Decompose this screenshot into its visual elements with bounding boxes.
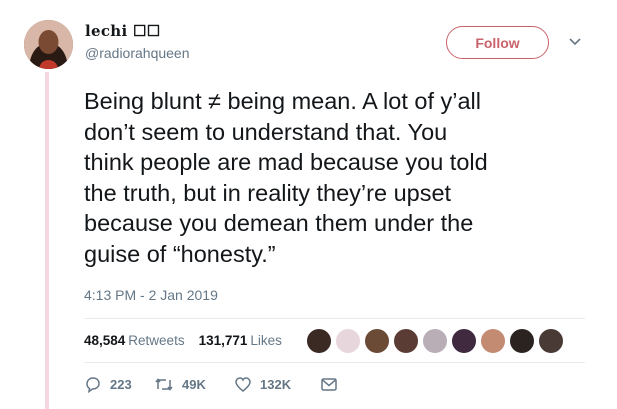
follow-button[interactable]: Follow xyxy=(446,26,549,59)
liker-avatar[interactable] xyxy=(451,328,477,354)
tweet-line: the truth, but in reality they’re upset xyxy=(84,179,452,206)
likes-count: 131,771 xyxy=(198,333,248,348)
liker-avatar[interactable] xyxy=(509,328,535,354)
divider xyxy=(84,362,585,363)
message-icon xyxy=(321,378,337,391)
retweet-icon xyxy=(155,378,173,391)
tweet-line: guise of “honesty.” xyxy=(84,240,276,267)
divider xyxy=(84,318,585,319)
retweet-button[interactable]: 49K xyxy=(154,376,234,393)
likes-stat[interactable]: 131,771 Likes xyxy=(199,333,282,348)
liker-avatar[interactable] xyxy=(393,328,419,354)
tweet-line: Being blunt ≠ being mean. A lot of y’all xyxy=(84,88,481,114)
tweet-line: don’t seem to understand that. You xyxy=(84,118,448,145)
liker-avatar[interactable] xyxy=(306,328,332,354)
reply-button[interactable]: 223 xyxy=(84,376,154,393)
retweets-count: 48,584 xyxy=(84,333,126,348)
like-button[interactable]: 132K xyxy=(234,376,320,393)
display-name[interactable]: lechi ☐☐ xyxy=(85,22,161,40)
like-icon xyxy=(235,377,251,392)
liker-avatar[interactable] xyxy=(538,328,564,354)
tweet-timestamp[interactable]: 4:13 PM - 2 Jan 2019 xyxy=(84,287,218,303)
likes-label: Likes xyxy=(250,333,282,348)
tweet-line: think people are mad because you told xyxy=(84,149,488,175)
caret-down-icon[interactable] xyxy=(569,37,581,47)
retweets-stat[interactable]: 48,584 Retweets xyxy=(84,333,185,348)
reply-icon xyxy=(86,377,100,393)
direct-message-button[interactable] xyxy=(320,377,346,392)
reply-count: 223 xyxy=(110,377,132,392)
retweets-label: Retweets xyxy=(128,333,185,348)
avatar[interactable] xyxy=(24,20,73,69)
tweet-line: because you demean them under the xyxy=(84,210,474,236)
liker-avatar[interactable] xyxy=(480,328,506,354)
retweet-count: 49K xyxy=(182,377,206,392)
thread-line xyxy=(45,72,49,409)
user-handle[interactable]: @radiorahqueen xyxy=(85,45,190,61)
liker-avatar[interactable] xyxy=(335,328,361,354)
tweet-actions: 223 49K 132K xyxy=(84,376,346,393)
liker-avatar[interactable] xyxy=(364,328,390,354)
like-count: 132K xyxy=(260,377,292,392)
liker-avatars xyxy=(306,328,567,354)
liker-avatar[interactable] xyxy=(422,328,448,354)
engagement-stats: 48,584 Retweets 131,771 Likes xyxy=(84,333,282,348)
tweet-text: Being blunt ≠ being mean. A lot of y’all… xyxy=(84,86,589,269)
